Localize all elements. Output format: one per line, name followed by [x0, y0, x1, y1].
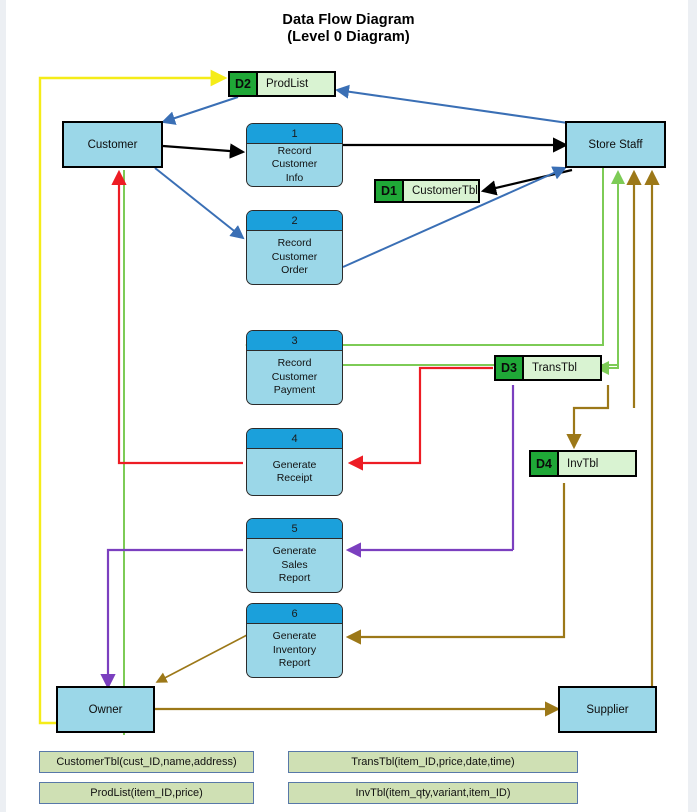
process-5-label-line2: Sales — [281, 558, 308, 571]
process-3-label-line3: Payment — [273, 384, 316, 397]
entity-customer-label: Customer — [87, 138, 138, 151]
process-3-label: Record Customer Payment — [247, 351, 342, 404]
datastore-d3-name: TransTbl — [532, 362, 577, 374]
flow-invtbl-to-p6 — [345, 483, 566, 645]
process-3-label-line1: Record — [277, 357, 312, 370]
process-5-generate-sales-report[interactable]: 5 Generate Sales Report — [246, 518, 343, 593]
flow-transtbl-to-invtbl — [566, 385, 610, 450]
entity-supplier-label: Supplier — [586, 703, 629, 716]
legend-customertbl: CustomerTbl(cust_ID,name,address) — [39, 751, 254, 773]
datastore-d4-invtbl[interactable]: D4 InvTbl — [529, 450, 637, 477]
flow-p4-to-customer — [111, 169, 243, 465]
process-1-label: Record Customer Info — [247, 144, 342, 186]
diagram-canvas: Data Flow Diagram (Level 0 Diagram) Cust… — [0, 0, 697, 812]
flow-storestaff-to-customertbl — [480, 168, 573, 196]
process-2-label-line2: Customer — [271, 250, 318, 263]
process-2-record-customer-order[interactable]: 2 Record Customer Order — [246, 210, 343, 285]
flow-storestaff-to-prodlist — [335, 84, 569, 124]
datastore-d2-tag: D2 — [230, 73, 258, 95]
datastore-d2-prodlist[interactable]: D2 ProdList — [228, 71, 336, 97]
process-2-label-line1: Record — [277, 237, 312, 250]
process-6-label-line1: Generate — [272, 630, 317, 643]
entity-store-staff-label: Store Staff — [588, 138, 643, 151]
process-1-label-line1: Record — [277, 144, 312, 157]
legend-prodlist: ProdList(item_ID,price) — [39, 782, 254, 804]
flow-prodlist-to-customer — [161, 96, 239, 125]
process-3-label-line2: Customer — [271, 370, 318, 383]
process-6-label-line2: Inventory — [272, 643, 317, 656]
entity-supplier[interactable]: Supplier — [558, 686, 657, 733]
process-1-label-line2: Customer — [271, 158, 318, 171]
flow-p5-to-owner — [100, 548, 243, 690]
process-4-label: Generate Receipt — [247, 449, 342, 495]
process-2-label: Record Customer Order — [247, 231, 342, 284]
process-4-label-line1: Generate — [272, 458, 317, 471]
process-6-generate-inventory-report[interactable]: 6 Generate Inventory Report — [246, 603, 343, 678]
process-3-number: 3 — [247, 331, 342, 351]
process-1-record-customer-info[interactable]: 1 Record Customer Info — [246, 123, 343, 187]
process-4-generate-receipt[interactable]: 4 Generate Receipt — [246, 428, 343, 496]
datastore-d4-name: InvTbl — [567, 457, 599, 470]
datastore-d1-name: CustomerTbl — [412, 185, 478, 197]
process-4-number: 4 — [247, 429, 342, 449]
process-5-number: 5 — [247, 519, 342, 539]
entity-store-staff[interactable]: Store Staff — [565, 121, 666, 168]
flow-customer-to-p2 — [154, 167, 245, 240]
process-6-number: 6 — [247, 604, 342, 624]
legend-customertbl-text: CustomerTbl(cust_ID,name,address) — [56, 756, 237, 768]
entity-owner-label: Owner — [88, 703, 123, 716]
datastore-d4-tag: D4 — [531, 452, 559, 475]
process-6-label: Generate Inventory Report — [247, 624, 342, 677]
datastore-d1-tag: D1 — [376, 181, 404, 201]
entity-owner[interactable]: Owner — [56, 686, 155, 733]
process-2-number: 2 — [247, 211, 342, 231]
flow-p6-to-owner — [155, 634, 248, 683]
legend-transtbl-text: TransTbl(item_ID,price,date,time) — [351, 756, 515, 768]
entity-customer[interactable]: Customer — [62, 121, 163, 168]
process-5-label: Generate Sales Report — [247, 539, 342, 592]
process-3-record-customer-payment[interactable]: 3 Record Customer Payment — [246, 330, 343, 405]
datastore-d3-transtbl[interactable]: D3 TransTbl — [494, 355, 602, 381]
flow-customer-to-p1 — [162, 143, 246, 159]
flow-transtbl-to-p4 — [347, 366, 493, 471]
process-1-label-line3: Info — [285, 171, 304, 184]
process-6-label-line3: Report — [278, 657, 311, 670]
legend-invtbl: InvTbl(item_qty,variant,item_ID) — [288, 782, 578, 804]
legend-prodlist-text: ProdList(item_ID,price) — [90, 787, 203, 799]
datastore-d2-name: ProdList — [266, 78, 309, 90]
datastore-d1-customertbl[interactable]: D1 CustomerTbl — [374, 179, 480, 203]
process-5-label-line1: Generate — [272, 545, 317, 558]
legend-transtbl: TransTbl(item_ID,price,date,time) — [288, 751, 578, 773]
flow-owner-to-prodlist — [38, 69, 228, 725]
process-2-label-line3: Order — [281, 264, 308, 277]
datastore-d3-tag: D3 — [496, 357, 524, 379]
legend-invtbl-text: InvTbl(item_qty,variant,item_ID) — [355, 787, 511, 799]
process-4-label-line2: Receipt — [276, 472, 313, 484]
process-5-label-line3: Report — [278, 572, 311, 585]
process-1-number: 1 — [247, 124, 342, 144]
